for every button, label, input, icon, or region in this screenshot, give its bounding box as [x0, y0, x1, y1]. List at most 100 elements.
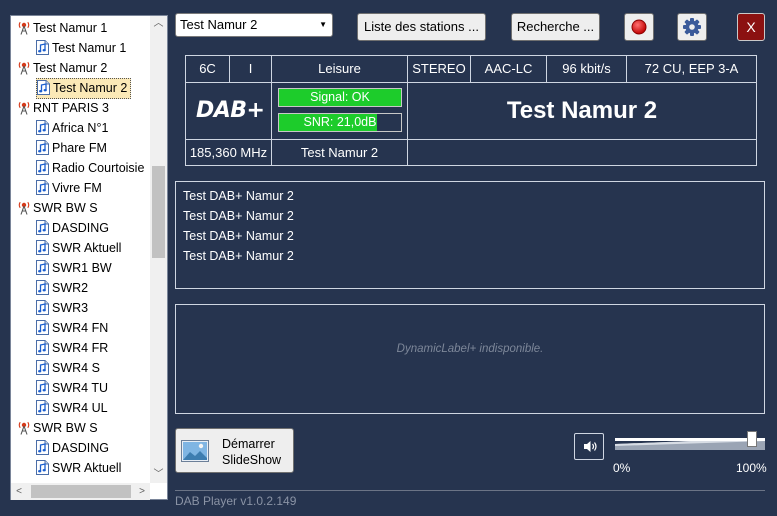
slideshow-label-line1: Démarrer — [222, 437, 275, 451]
audio-file-icon — [36, 220, 49, 236]
tree-service-item[interactable]: SWR Aktuell — [36, 458, 121, 478]
station-select[interactable]: Test Namur 2 ▼ — [175, 13, 333, 37]
antenna-icon — [18, 421, 30, 435]
signal-bar: Signal: OK — [278, 88, 402, 107]
station-name-display: Test Namur 2 — [407, 82, 757, 140]
chevron-down-icon: ▼ — [319, 20, 327, 29]
tree-item-label: SWR2 — [52, 281, 89, 295]
audio-file-icon — [36, 160, 49, 176]
tree-service-item[interactable]: Test Namur 2 — [36, 78, 132, 99]
tree-service-item[interactable]: SWR1 BW — [36, 258, 112, 278]
tree-service-item[interactable]: SWR4 FR — [36, 338, 108, 358]
tree-service-item[interactable]: Phare FM — [36, 138, 107, 158]
audio-mode-cell: STEREO — [407, 55, 471, 83]
tree-item-label: Africa N°1 — [52, 121, 109, 135]
scroll-left-icon[interactable]: < — [11, 483, 27, 500]
start-slideshow-button[interactable]: Démarrer SlideShow — [175, 428, 294, 473]
footer-divider — [175, 490, 765, 491]
audio-file-icon — [36, 240, 49, 256]
audio-file-icon — [36, 280, 49, 296]
tree-service-item[interactable]: Test Namur 1 — [36, 38, 126, 58]
volume-slider[interactable] — [613, 430, 768, 460]
station-tree[interactable]: Test Namur 1 Test Namur 1 Test Namur 2 Test… — [10, 15, 168, 500]
tree-station-item[interactable]: SWR BW S — [18, 418, 98, 438]
tree-service-item[interactable]: SWR2 — [36, 278, 88, 298]
tree-service-item[interactable]: Radio Courtoisie — [36, 158, 144, 178]
radiotext-line: Test DAB+ Namur 2 — [183, 209, 294, 223]
frequency-cell: 185,360 MHz — [185, 139, 272, 166]
scrollbar-thumb[interactable] — [152, 166, 165, 258]
dynamic-label-panel: DynamicLabel+ indisponible. — [175, 304, 765, 414]
dynamic-label-placeholder: DynamicLabel+ indisponible. — [396, 343, 544, 355]
close-button[interactable]: X — [737, 13, 765, 41]
tree-service-item[interactable]: SWR4 S — [36, 358, 100, 378]
snr-bar: SNR: 21,0dB — [278, 113, 402, 132]
tree-item-label: Test Namur 1 — [52, 41, 127, 55]
audio-file-icon — [36, 460, 49, 476]
tree-horizontal-scrollbar[interactable]: < > — [11, 483, 150, 500]
bitrate-cell: 96 kbit/s — [546, 55, 627, 83]
audio-file-icon — [36, 300, 49, 316]
tree-service-item[interactable]: DASDING — [36, 438, 109, 458]
volume-ramp — [615, 438, 765, 450]
radiotext-line: Test DAB+ Namur 2 — [183, 229, 294, 243]
scroll-right-icon[interactable]: > — [134, 483, 150, 500]
audio-file-icon — [36, 140, 49, 156]
volume-max-label: 100% — [736, 461, 767, 475]
tree-item-label: SWR4 UL — [52, 401, 108, 415]
audio-file-icon — [36, 380, 49, 396]
settings-button[interactable] — [677, 13, 707, 41]
speaker-icon — [584, 441, 597, 452]
tree-service-item[interactable]: Vivre FM — [36, 178, 102, 198]
slideshow-label-line2: SlideShow — [222, 453, 282, 467]
version-label: DAB Player v1.0.2.149 — [175, 494, 297, 508]
mute-button[interactable] — [574, 433, 604, 460]
tree-service-item[interactable]: SWR4 UL — [36, 398, 108, 418]
tree-item-label: DASDING — [52, 221, 109, 235]
tree-item-label: SWR4 FR — [52, 341, 109, 355]
tree-item-label: RNT PARIS 3 — [33, 101, 109, 115]
tree-service-item[interactable]: SWR4 TU — [36, 378, 108, 398]
tree-service-item[interactable]: SWR4 FN — [36, 318, 108, 338]
tree-item-label: SWR BW S — [33, 201, 98, 215]
hscrollbar-thumb[interactable] — [31, 485, 131, 498]
signal-cell: Signal: OK SNR: 21,0dB — [271, 82, 408, 140]
audio-file-icon — [36, 360, 49, 376]
volume-slider-thumb[interactable] — [747, 431, 757, 447]
dab-logo-cell: DAB+ — [185, 82, 272, 140]
codec-cell: AAC-LC — [470, 55, 547, 83]
dab-logo-text: DAB+ — [196, 98, 265, 123]
channel-cell: 6C — [185, 55, 230, 83]
antenna-icon — [18, 201, 30, 215]
antenna-icon — [18, 21, 30, 35]
ensemble-cell: Test Namur 2 — [271, 139, 408, 166]
protection-cell: 72 CU, EEP 3-A — [626, 55, 757, 83]
snr-text: SNR: 21,0dB — [303, 115, 377, 129]
tree-item-label: DASDING — [52, 441, 109, 455]
record-button[interactable] — [624, 13, 654, 41]
station-tree-list: Test Namur 1 Test Namur 1 Test Namur 2 Test… — [11, 16, 149, 483]
empty-info-cell — [407, 139, 757, 166]
tree-station-item[interactable]: RNT PARIS 3 — [18, 98, 109, 118]
tree-item-label: Test Namur 1 — [33, 21, 108, 35]
scroll-up-icon[interactable]: ︿ — [150, 16, 167, 32]
tree-service-item[interactable]: SWR Aktuell — [36, 238, 121, 258]
stations-list-button[interactable]: Liste des stations ... — [357, 13, 486, 41]
tree-station-item[interactable]: Test Namur 2 — [18, 58, 107, 78]
antenna-icon — [18, 61, 30, 75]
tree-item-label: SWR3 — [52, 301, 89, 315]
audio-file-icon — [36, 180, 49, 196]
tree-service-item[interactable]: DASDING — [36, 218, 109, 238]
tree-station-item[interactable]: SWR BW S — [18, 198, 98, 218]
tree-station-item[interactable]: Test Namur 1 — [18, 18, 107, 38]
volume-min-label: 0% — [613, 461, 631, 475]
image-icon — [181, 440, 209, 462]
scroll-down-icon[interactable]: ﹀ — [150, 467, 167, 483]
tree-item-label: SWR4 TU — [52, 381, 109, 395]
audio-file-icon — [36, 340, 49, 356]
tree-vertical-scrollbar[interactable]: ︿ ﹀ — [150, 16, 167, 483]
tree-service-item[interactable]: Africa N°1 — [36, 118, 108, 138]
tree-service-item[interactable]: SWR3 — [36, 298, 88, 318]
tree-item-label: Test Namur 2 — [53, 81, 128, 95]
search-button[interactable]: Recherche ... — [511, 13, 600, 41]
